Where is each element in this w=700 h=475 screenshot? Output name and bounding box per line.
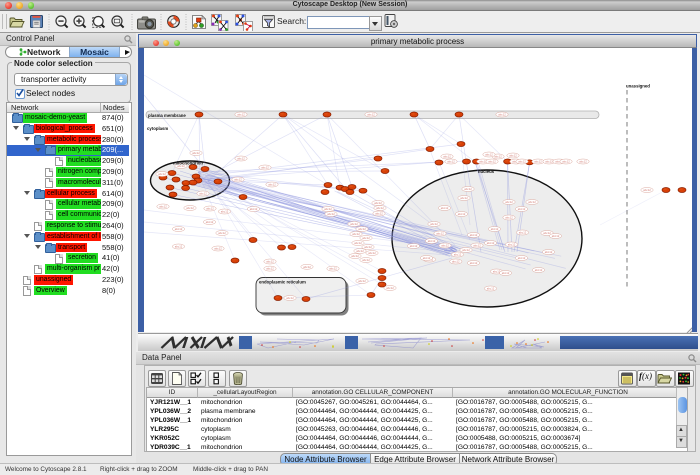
- svg-text:abc12: abc12: [192, 151, 200, 155]
- svg-text:abc12: abc12: [562, 160, 570, 164]
- svg-text:abc12: abc12: [327, 212, 335, 216]
- svg-text:unassigned: unassigned: [626, 84, 650, 89]
- svg-text:abc12: abc12: [324, 207, 332, 211]
- svg-text:abc12: abc12: [491, 227, 499, 231]
- svg-text:abc12: abc12: [237, 113, 245, 117]
- svg-text:abc12: abc12: [268, 183, 276, 187]
- svg-text:abc12: abc12: [518, 160, 526, 164]
- svg-text:abc12: abc12: [447, 160, 455, 164]
- svg-text:abc12: abc12: [358, 227, 366, 231]
- svg-text:abc12: abc12: [509, 154, 517, 158]
- svg-text:abc12: abc12: [643, 188, 651, 192]
- svg-text:abc12: abc12: [473, 244, 481, 248]
- svg-text:abc12: abc12: [519, 231, 527, 235]
- svg-text:abc12: abc12: [454, 253, 462, 257]
- svg-text:abc12: abc12: [261, 166, 269, 170]
- svg-text:abc12: abc12: [505, 200, 513, 204]
- svg-text:abc12: abc12: [528, 200, 536, 204]
- svg-text:abc12: abc12: [470, 233, 478, 237]
- svg-text:abc12: abc12: [364, 245, 372, 249]
- svg-text:abc12: abc12: [502, 271, 510, 275]
- svg-text:abc12: abc12: [354, 241, 362, 245]
- svg-text:abc12: abc12: [508, 243, 516, 247]
- svg-text:abc12: abc12: [206, 220, 214, 224]
- svg-text:abc12: abc12: [286, 296, 294, 300]
- svg-text:endoplasmic reticulum: endoplasmic reticulum: [259, 280, 306, 285]
- svg-text:abc12: abc12: [159, 205, 167, 209]
- svg-text:abc12: abc12: [362, 258, 370, 262]
- svg-text:abc12: abc12: [443, 155, 451, 159]
- svg-text:abc12: abc12: [488, 160, 496, 164]
- svg-text:abc12: abc12: [545, 250, 553, 254]
- svg-text:abc12: abc12: [535, 268, 543, 272]
- svg-text:abc12: abc12: [175, 245, 183, 249]
- svg-text:abc12: abc12: [545, 160, 553, 164]
- svg-text:abc12: abc12: [552, 234, 560, 238]
- svg-text:abc12: abc12: [186, 206, 194, 210]
- svg-text:plasma membrane: plasma membrane: [148, 113, 186, 118]
- svg-text:abc12: abc12: [351, 254, 359, 258]
- svg-text:abc12: abc12: [485, 153, 493, 157]
- svg-text:abc12: abc12: [579, 160, 587, 164]
- svg-text:abc12: abc12: [505, 216, 513, 220]
- svg-text:abc12: abc12: [470, 261, 478, 265]
- svg-text:abc12: abc12: [441, 206, 449, 210]
- svg-text:abc12: abc12: [368, 251, 376, 255]
- svg-text:abc12: abc12: [441, 244, 449, 248]
- svg-text:abc12: abc12: [452, 260, 460, 264]
- svg-text:nucleus: nucleus: [478, 169, 495, 174]
- svg-text:abc12: abc12: [487, 241, 495, 245]
- svg-text:abc12: abc12: [376, 206, 384, 210]
- svg-text:abc12: abc12: [487, 287, 495, 291]
- svg-text:abc12: abc12: [518, 256, 526, 260]
- svg-text:abc12: abc12: [362, 236, 370, 240]
- svg-text:abc12: abc12: [206, 207, 214, 211]
- svg-text:abc12: abc12: [423, 256, 431, 260]
- svg-text:abc12: abc12: [428, 239, 436, 243]
- svg-text:abc12: abc12: [266, 260, 274, 264]
- svg-text:abc12: abc12: [462, 248, 470, 252]
- svg-text:abc12: abc12: [266, 267, 274, 271]
- svg-text:abc12: abc12: [350, 222, 358, 226]
- svg-text:abc12: abc12: [436, 232, 444, 236]
- svg-text:abc12: abc12: [175, 227, 183, 231]
- svg-text:abc12: abc12: [237, 157, 245, 161]
- svg-text:abc12: abc12: [460, 196, 468, 200]
- svg-text:abc12: abc12: [214, 247, 222, 251]
- svg-text:abc12: abc12: [303, 265, 311, 269]
- svg-text:abc12: abc12: [352, 232, 360, 236]
- svg-text:abc12: abc12: [358, 279, 366, 283]
- svg-text:abc12: abc12: [410, 244, 418, 248]
- svg-text:abc12: abc12: [518, 207, 526, 211]
- svg-text:abc12: abc12: [430, 222, 438, 226]
- svg-text:abc12: abc12: [386, 286, 394, 290]
- svg-text:cytoplasm: cytoplasm: [147, 126, 168, 131]
- svg-text:abc12: abc12: [234, 178, 242, 182]
- svg-text:abc12: abc12: [374, 201, 382, 205]
- svg-text:abc12: abc12: [329, 267, 337, 271]
- svg-text:abc12: abc12: [494, 155, 502, 159]
- svg-text:abc12: abc12: [221, 210, 229, 214]
- svg-text:abc12: abc12: [158, 172, 166, 176]
- svg-text:abc12: abc12: [356, 249, 364, 253]
- svg-text:abc12: abc12: [250, 207, 258, 211]
- svg-text:abc12: abc12: [464, 187, 472, 191]
- svg-text:mitochondrion: mitochondrion: [173, 161, 203, 166]
- svg-text:abc12: abc12: [498, 113, 506, 117]
- svg-text:abc12: abc12: [375, 212, 383, 216]
- svg-text:abc12: abc12: [458, 212, 466, 216]
- svg-text:abc12: abc12: [367, 113, 375, 117]
- svg-text:abc12: abc12: [218, 231, 226, 235]
- svg-text:abc12: abc12: [534, 160, 542, 164]
- svg-text:abc12: abc12: [199, 192, 207, 196]
